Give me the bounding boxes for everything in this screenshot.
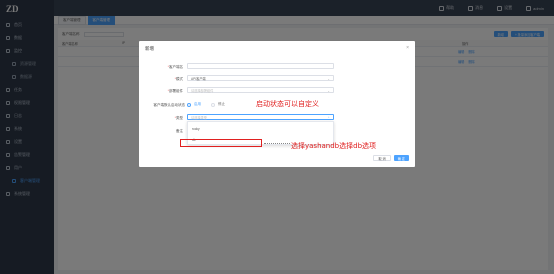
- field-label: *部署组件: [167, 89, 183, 93]
- field-deploy: *部署组件 请选择部署组件 ⌄: [139, 87, 415, 95]
- type-select[interactable]: 请选择类型 ⌃: [187, 114, 334, 120]
- annotation-db: 选择yashandb选择db选项: [291, 142, 377, 150]
- highlight-box: [180, 139, 262, 147]
- annotation-status: 启动状态可以自定义: [256, 100, 319, 108]
- close-icon[interactable]: ×: [406, 45, 409, 51]
- annotation-leader: [264, 143, 290, 144]
- confirm-button[interactable]: 确 定: [393, 155, 409, 161]
- mode-select[interactable]: API客户端 ⌄: [187, 75, 334, 81]
- chevron-down-icon: ⌄: [327, 88, 330, 93]
- field-label: 备注: [176, 129, 183, 133]
- deploy-select[interactable]: 请选择部署组件 ⌄: [187, 87, 334, 93]
- field-mode: *模式 API客户端 ⌄: [139, 75, 415, 83]
- radio-dot-icon: [211, 102, 215, 107]
- field-label: *模式: [174, 77, 183, 81]
- dialog-footer: 取 消 确 定: [373, 155, 409, 161]
- field-label: *客户端名: [167, 65, 183, 69]
- field-label: *类型: [174, 116, 183, 120]
- dialog-title: 新增: [145, 46, 154, 51]
- radio-enable[interactable]: 启用: [187, 102, 201, 107]
- radio-stop[interactable]: 停止: [211, 102, 225, 107]
- chevron-down-icon: ⌄: [327, 76, 330, 81]
- cancel-button[interactable]: 取 消: [373, 155, 391, 161]
- dropdown-option[interactable]: rocky: [188, 125, 333, 132]
- enable-radio-group: 启用 停止: [187, 102, 225, 107]
- name-input[interactable]: [187, 63, 334, 69]
- field-name: *客户端名: [139, 63, 415, 71]
- chevron-up-icon: ⌃: [327, 115, 330, 120]
- radio-dot-icon: [187, 102, 191, 107]
- field-label: 客户端默认启动状态: [153, 103, 186, 107]
